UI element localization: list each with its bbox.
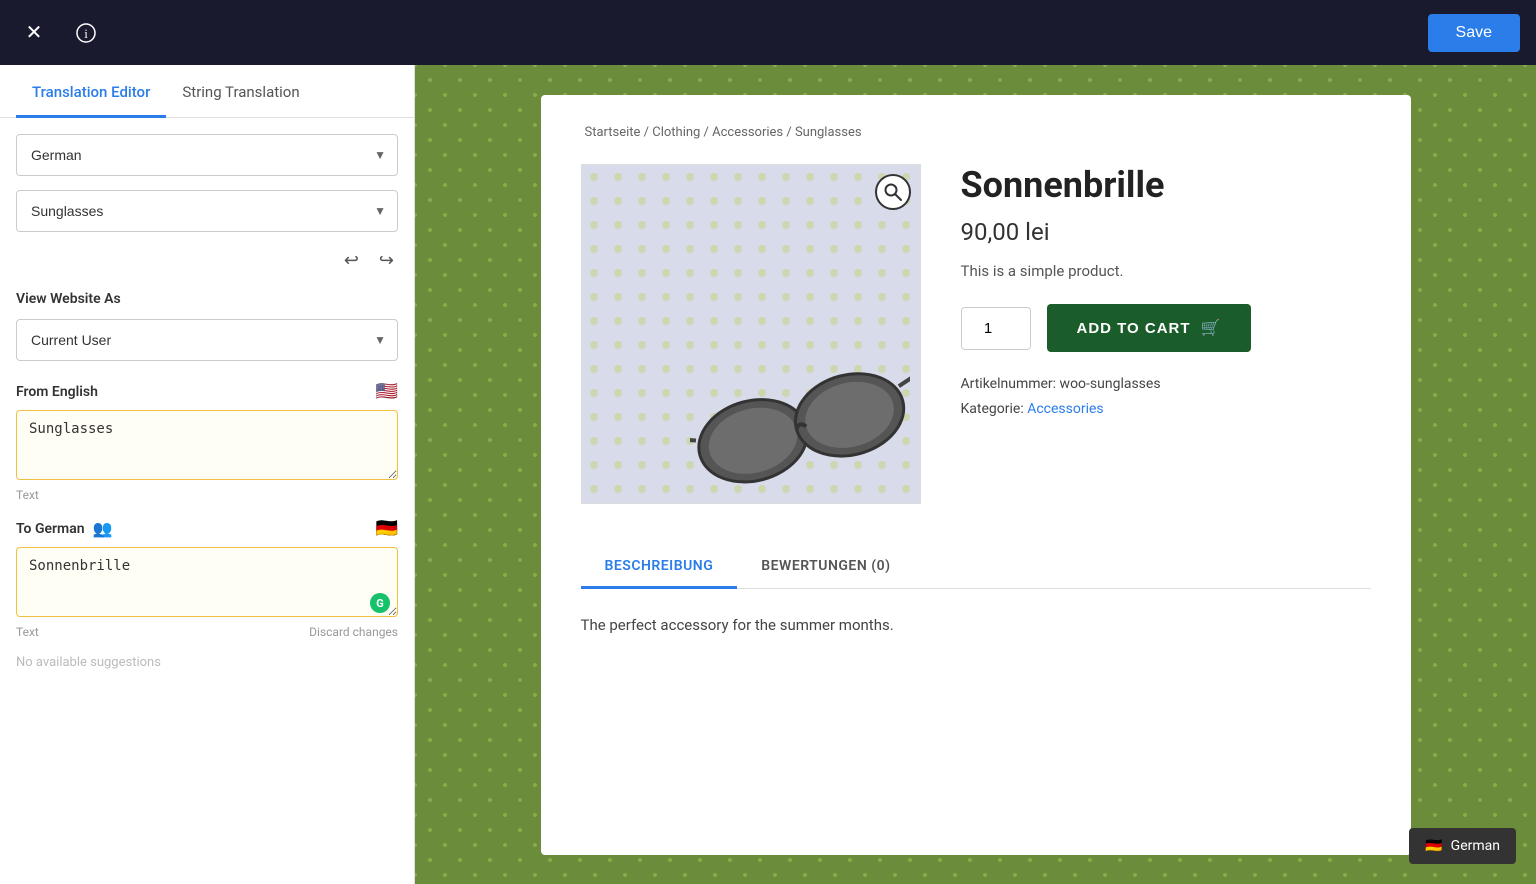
product-price: 90,00 lei [961, 218, 1371, 246]
view-website-section: View Website As Current User Guest Admin… [16, 291, 398, 361]
top-bar: ✕ i Save [0, 0, 1536, 65]
panel-content: German French Spanish ▼ Sunglasses Acces… [0, 118, 414, 884]
category-dropdown-wrapper: Sunglasses Accessories Clothing ▼ [16, 190, 398, 232]
product-tab-content: The perfect accessory for the summer mon… [581, 613, 1371, 637]
no-suggestions-text: No available suggestions [16, 655, 398, 670]
breadcrumb: Startseite / Clothing / Accessories / Su… [581, 125, 1371, 140]
close-button[interactable]: ✕ [16, 15, 52, 51]
undo-button[interactable]: ↩ [340, 246, 363, 275]
main-layout: Translation Editor String Translation Ge… [0, 65, 1536, 884]
tab-beschreibung[interactable]: BESCHREIBUNG [581, 544, 738, 589]
add-to-cart-label: ADD TO CART [1077, 320, 1191, 337]
product-description: This is a simple product. [961, 262, 1371, 280]
from-header: From English 🇺🇸 [16, 381, 398, 402]
category-label: Kategorie: [961, 401, 1024, 417]
tab-translation-editor[interactable]: Translation Editor [16, 65, 166, 118]
product-info: Sonnenbrille 90,00 lei This is a simple … [961, 164, 1371, 504]
from-english-textarea[interactable] [16, 410, 398, 480]
view-website-label: View Website As [16, 291, 398, 307]
sku-label: Artikelnummer: [961, 376, 1057, 392]
category-row: Kategorie: Accessories [961, 397, 1371, 422]
add-to-cart-button[interactable]: ADD TO CART 🛒 [1047, 304, 1252, 352]
to-header: To German 👥 🇩🇪 [16, 518, 398, 539]
view-as-dropdown[interactable]: Current User Guest Admin [16, 319, 398, 361]
from-label: From English [16, 384, 98, 400]
to-german-textarea[interactable] [16, 547, 398, 617]
to-german-section: To German 👥 🇩🇪 G Text Discard changes [16, 518, 398, 639]
de-flag: 🇩🇪 [376, 518, 398, 539]
from-field-type: Text [16, 488, 398, 502]
right-panel: Startseite / Clothing / Accessories / Su… [415, 65, 1536, 884]
category-value-link[interactable]: Accessories [1027, 401, 1103, 417]
info-button[interactable]: i [68, 15, 104, 51]
add-to-cart-row: ADD TO CART 🛒 [961, 304, 1371, 352]
us-flag: 🇺🇸 [376, 381, 398, 402]
product-image-zoom-icon[interactable] [875, 174, 911, 210]
product-image [581, 164, 921, 504]
language-dropdown-wrapper: German French Spanish ▼ [16, 134, 398, 176]
users-icon: 👥 [93, 519, 113, 538]
grammarly-icon: G [370, 593, 390, 613]
lang-flag: 🇩🇪 [1425, 838, 1442, 854]
product-tabs: BESCHREIBUNG BEWERTUNGEN (0) [581, 544, 1371, 589]
discard-changes-link[interactable]: Discard changes [309, 625, 398, 639]
redo-button[interactable]: ↪ [375, 246, 398, 275]
save-button[interactable]: Save [1428, 14, 1520, 52]
svg-text:i: i [84, 26, 88, 41]
lang-label: German [1451, 838, 1500, 854]
category-dropdown[interactable]: Sunglasses Accessories Clothing [16, 190, 398, 232]
product-image-wrapper [581, 164, 921, 504]
sku-row: Artikelnummer: woo-sunglasses [961, 372, 1371, 397]
tab-string-translation[interactable]: String Translation [166, 65, 315, 118]
from-english-section: From English 🇺🇸 Text [16, 381, 398, 502]
cart-icon: 🛒 [1201, 318, 1222, 338]
to-label: To German 👥 [16, 519, 112, 538]
website-card: Startseite / Clothing / Accessories / Su… [541, 95, 1411, 855]
tab-bar: Translation Editor String Translation [0, 65, 414, 118]
language-dropdown[interactable]: German French Spanish [16, 134, 398, 176]
view-as-dropdown-wrapper: Current User Guest Admin ▼ [16, 319, 398, 361]
tab-bewertungen[interactable]: BEWERTUNGEN (0) [737, 544, 914, 589]
left-panel: Translation Editor String Translation Ge… [0, 65, 415, 884]
product-area: Sonnenbrille 90,00 lei This is a simple … [581, 164, 1371, 504]
product-meta: Artikelnummer: woo-sunglasses Kategorie:… [961, 372, 1371, 422]
language-switcher[interactable]: 🇩🇪 German [1409, 828, 1516, 864]
quantity-input[interactable] [961, 307, 1031, 350]
product-title: Sonnenbrille [961, 164, 1371, 206]
to-german-textarea-wrapper: G [16, 547, 398, 621]
to-field-type: Text [16, 625, 39, 639]
undo-redo-bar: ↩ ↪ [16, 246, 398, 275]
